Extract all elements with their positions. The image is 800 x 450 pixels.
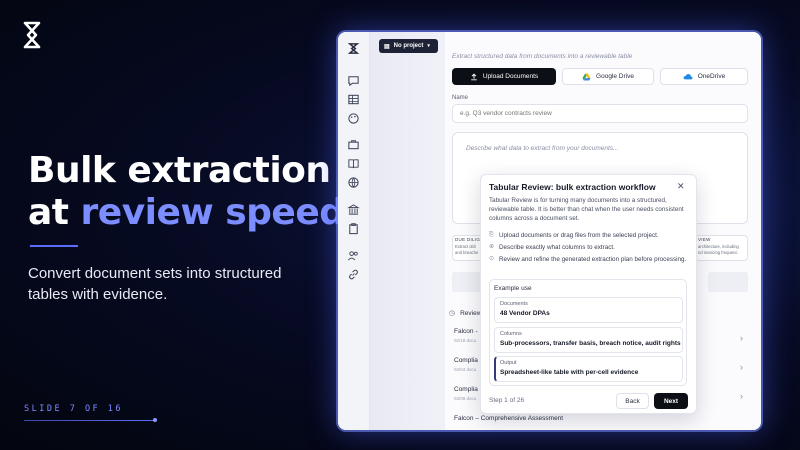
example-use-title: Example use: [494, 285, 532, 292]
clock-icon: ◷: [449, 310, 456, 317]
briefcase-icon[interactable]: [347, 138, 360, 151]
name-input[interactable]: [452, 104, 748, 123]
next-button[interactable]: Next: [654, 393, 688, 409]
dialog-step: ⊙ Review and refine the generated extrac…: [489, 255, 689, 264]
review-item-date: 02/18 docu: [454, 338, 477, 343]
slide-number: SLIDE 7 OF 16: [24, 404, 124, 414]
chevron-right-icon[interactable]: ›: [740, 362, 743, 372]
template-card-right-caption: VIEW: [698, 237, 711, 242]
dialog-step-text: Review and refine the generated extracti…: [499, 256, 687, 263]
google-drive-icon: [582, 72, 591, 81]
review-item-title[interactable]: Falcon – Comprehensive Assessment: [454, 415, 563, 422]
example-columns-label: Columns: [500, 331, 522, 337]
chevron-down-icon: ▾: [427, 43, 430, 49]
reviews-heading-label: Review: [460, 309, 482, 317]
review-item-date: 02/04 docu: [454, 367, 477, 372]
reviews-heading: ◷ Review: [449, 309, 482, 318]
project-selector-label: No project: [393, 43, 424, 49]
example-columns-value: Sub-processors, transfer basis, breach n…: [500, 340, 681, 347]
dialog-step: ⊕ Describe exactly what columns to extra…: [489, 243, 689, 252]
headline-divider: [30, 245, 78, 247]
google-drive-label: Google Drive: [596, 73, 634, 80]
bank-icon[interactable]: [347, 203, 360, 216]
create-button-placeholder-left: [452, 272, 482, 292]
slide-subtitle: Convert document sets into structured ta…: [28, 265, 282, 303]
plus-circle-icon: ⊕: [489, 244, 495, 250]
template-card-left-line-2: and breache: [455, 250, 479, 255]
step-counter: Step 1 of 26: [489, 397, 525, 404]
example-output-label: Output: [500, 360, 517, 366]
google-drive-button[interactable]: Google Drive: [562, 68, 654, 85]
upload-documents-button[interactable]: Upload Documents: [452, 68, 556, 85]
sidebar: [338, 32, 370, 430]
headline-accent: review speed: [80, 192, 345, 233]
chevron-right-icon[interactable]: ›: [740, 333, 743, 343]
create-button-placeholder-right: [708, 272, 748, 292]
close-icon[interactable]: ✕: [677, 181, 685, 192]
chevron-right-icon[interactable]: ›: [740, 391, 743, 401]
dialog-step-text: Describe exactly what columns to extract…: [499, 244, 615, 251]
sidebar-panel: [370, 32, 445, 430]
users-icon[interactable]: [347, 249, 360, 262]
dialog-step-text: Upload documents or drag files from the …: [499, 232, 659, 239]
review-item-date: 02/09 docu: [454, 396, 477, 401]
template-card-left-line-1: Extract obli: [455, 244, 476, 249]
review-item-title[interactable]: Falcon -: [454, 328, 477, 335]
folder-icon: ▤: [384, 43, 390, 50]
helper-text: Extract structured data from documents i…: [452, 53, 633, 60]
hourglass-logo-icon: [23, 21, 41, 49]
project-selector-button[interactable]: ▤ No project ▾: [379, 39, 438, 53]
hourglass-app-logo-icon[interactable]: [347, 42, 360, 55]
link-icon[interactable]: [347, 268, 360, 281]
template-card-right-line-2: nd invoicing frequenc: [698, 250, 738, 255]
review-item-title[interactable]: Complia: [454, 386, 478, 393]
onedrive-button[interactable]: OneDrive: [660, 68, 748, 85]
clipboard-icon[interactable]: [347, 222, 360, 235]
palette-icon[interactable]: [347, 112, 360, 125]
table-icon[interactable]: [347, 93, 360, 106]
check-circle-icon: ⊙: [489, 256, 495, 262]
template-card-right-line-1: architecture, including: [698, 244, 739, 249]
dialog-description: Tabular Review is for turning many docum…: [489, 197, 684, 222]
onedrive-cloud-icon: [683, 74, 693, 80]
globe-icon[interactable]: [347, 176, 360, 189]
chat-icon[interactable]: [347, 74, 360, 87]
back-button[interactable]: Back: [616, 393, 649, 409]
onedrive-label: OneDrive: [697, 73, 726, 80]
dialog-title: Tabular Review: bulk extraction workflow: [489, 182, 656, 192]
upload-documents-label: Upload Documents: [482, 73, 539, 80]
headline-line-2-prefix: at: [28, 192, 81, 233]
dialog-step: ⎘ Upload documents or drag files from th…: [489, 231, 689, 240]
slide-headline: Bulk extraction at review speed: [28, 150, 345, 234]
headline-line-2: at review speed: [28, 192, 345, 234]
template-card-left-caption: DUE DILIG: [455, 237, 481, 242]
description-placeholder: Describe what data to extract from your …: [466, 145, 619, 152]
example-documents-label: Documents: [500, 301, 528, 307]
slide-progress-line: [24, 420, 156, 421]
name-label: Name: [452, 95, 469, 101]
upload-icon: [471, 73, 477, 80]
review-item-title[interactable]: Complia: [454, 357, 478, 364]
headline-line-1: Bulk extraction: [28, 150, 331, 191]
book-icon[interactable]: [347, 157, 360, 170]
paperclip-icon: ⎘: [489, 232, 494, 238]
example-documents-value: 48 Vendor DPAs: [500, 310, 550, 317]
slide-progress-dot: [153, 418, 157, 422]
example-output-value: Spreadsheet-like table with per-cell evi…: [500, 369, 639, 376]
